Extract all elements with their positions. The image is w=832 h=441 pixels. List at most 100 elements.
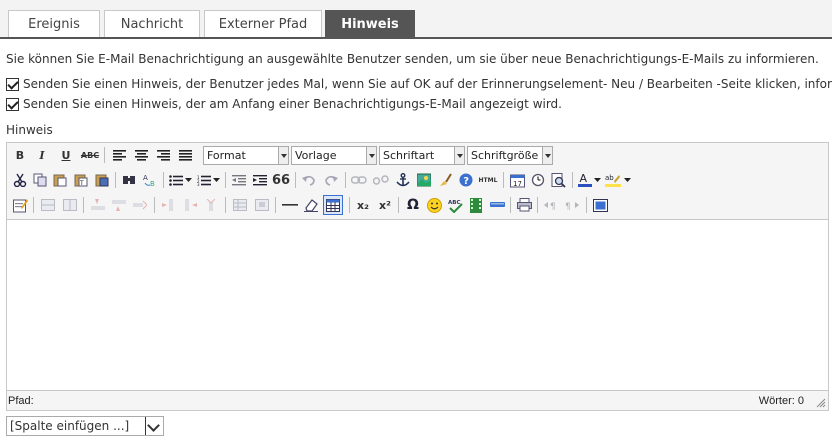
align-justify-icon[interactable] (176, 146, 194, 164)
unlink-icon[interactable] (372, 171, 390, 189)
cell-properties-icon[interactable] (253, 196, 271, 214)
send-in-email-checkbox[interactable] (6, 97, 19, 111)
word-count: Wörter: 0 (758, 395, 804, 407)
preview-icon[interactable] (549, 171, 567, 189)
highlight-color-dropdown-icon[interactable] (622, 171, 632, 189)
numbered-list-dropdown-icon[interactable] (211, 171, 221, 189)
toolbar-separator (154, 197, 155, 213)
html-source-button[interactable]: HTML (477, 171, 499, 189)
insert-row-below-icon[interactable] (110, 196, 128, 214)
table-merge-icon[interactable] (39, 196, 57, 214)
paste-icon[interactable] (51, 171, 69, 189)
insert-column-select[interactable]: [Spalte einfügen ...] (6, 416, 164, 436)
toolbar-row-1: B I U ABC Format Vorlage Schriftart Schr… (11, 144, 826, 166)
text-color-dropdown-icon[interactable] (592, 171, 602, 189)
send-on-ok-label: Senden Sie einen Hinweis, der Benutzer j… (23, 77, 832, 91)
copy-icon[interactable] (31, 171, 49, 189)
paste-text-icon[interactable]: T (72, 171, 90, 189)
schriftgroesse-dropdown[interactable]: Schriftgröße (467, 146, 553, 165)
paste-word-icon[interactable] (93, 171, 111, 189)
delete-row-icon[interactable] (131, 196, 149, 214)
anchor-icon[interactable] (394, 171, 412, 189)
svg-text:B: B (150, 180, 155, 187)
checkbox-row-send-in-email: Senden Sie einen Hinweis, der am Anfang … (6, 96, 562, 112)
schriftart-dropdown[interactable]: Schriftart (379, 146, 465, 165)
spellcheck-icon[interactable]: ABC (446, 196, 464, 214)
toolbar-separator (163, 172, 164, 188)
undo-icon[interactable] (300, 171, 318, 189)
editor-status-bar: Pfad: Wörter: 0 (7, 391, 828, 410)
special-character-button[interactable]: Ω (404, 196, 422, 214)
toolbar-separator (503, 172, 504, 188)
toolbar-separator (83, 197, 84, 213)
toolbar-separator (115, 172, 116, 188)
svg-text:A: A (580, 172, 588, 185)
chevron-down-icon (145, 417, 163, 435)
toolbar-separator (345, 172, 346, 188)
insert-column-left-icon[interactable] (160, 196, 178, 214)
edit-form-icon[interactable] (11, 196, 29, 214)
align-left-icon[interactable] (110, 146, 128, 164)
highlight-color-icon[interactable]: ab (604, 171, 622, 189)
replace-icon[interactable]: AB (141, 171, 159, 189)
insert-column-right-icon[interactable] (181, 196, 199, 214)
superscript-button[interactable]: x² (376, 196, 394, 214)
delete-column-icon[interactable] (202, 196, 220, 214)
eraser-icon[interactable] (302, 196, 320, 214)
insert-date-icon[interactable]: 17 (508, 171, 526, 189)
toolbar-separator (295, 172, 296, 188)
insert-table-icon[interactable] (323, 195, 343, 215)
description-text: Sie können Sie E-Mail Benachrichtigung a… (6, 52, 819, 66)
vorlage-dropdown-label: Vorlage (295, 149, 337, 162)
send-on-ok-checkbox[interactable] (6, 77, 19, 91)
underline-button[interactable]: U (57, 146, 75, 164)
tab-bar: Ereignis Nachricht Externer Pfad Hinweis (0, 0, 832, 39)
table-split-icon[interactable] (61, 196, 79, 214)
strikethrough-button[interactable]: ABC (81, 146, 99, 164)
tab-externer-pfad[interactable]: Externer Pfad (204, 10, 322, 38)
find-icon[interactable] (120, 171, 138, 189)
link-icon[interactable] (350, 171, 368, 189)
tab-bar-underline (0, 37, 832, 39)
ltr-direction-icon[interactable]: ¶ (542, 196, 560, 214)
outdent-icon[interactable] (230, 171, 248, 189)
insert-time-icon[interactable] (529, 171, 547, 189)
tab-nachricht[interactable]: Nachricht (104, 10, 200, 38)
cut-icon[interactable] (11, 171, 29, 189)
blockquote-button[interactable]: 66 (272, 171, 290, 189)
rich-text-editor: B I U ABC Format Vorlage Schriftart Schr… (6, 142, 829, 411)
format-dropdown-label: Format (207, 149, 246, 162)
horizontal-rule-icon[interactable] (281, 196, 299, 214)
hinweis-field-label: Hinweis (6, 123, 53, 137)
table-properties-icon[interactable] (231, 196, 249, 214)
help-icon[interactable]: ? (457, 171, 475, 189)
bullet-list-dropdown-icon[interactable] (183, 171, 193, 189)
fullscreen-icon[interactable] (591, 196, 609, 214)
format-dropdown[interactable]: Format (203, 146, 289, 165)
clean-formatting-icon[interactable] (436, 171, 454, 189)
toolbar-separator (586, 197, 587, 213)
indent-icon[interactable] (251, 171, 269, 189)
redo-icon[interactable] (322, 171, 340, 189)
subscript-button[interactable]: x₂ (354, 196, 372, 214)
align-center-icon[interactable] (132, 146, 150, 164)
insert-row-above-icon[interactable] (89, 196, 107, 214)
insert-flash-icon[interactable] (488, 196, 506, 214)
editor-content-area[interactable] (7, 219, 828, 391)
svg-text:¶: ¶ (550, 202, 556, 211)
rtl-direction-icon[interactable]: ¶ (563, 196, 581, 214)
smiley-icon[interactable] (425, 196, 443, 214)
toolbar-row-3: x₂ x² Ω ABC ¶ ¶ (11, 194, 826, 216)
print-icon[interactable] (515, 196, 533, 214)
image-icon[interactable] (415, 171, 433, 189)
tab-hinweis[interactable]: Hinweis (325, 10, 415, 38)
toolbar-separator (275, 197, 276, 213)
align-right-icon[interactable] (154, 146, 172, 164)
vorlage-dropdown[interactable]: Vorlage (291, 146, 377, 165)
resize-grip-icon[interactable] (816, 398, 826, 408)
insert-media-icon[interactable] (467, 196, 485, 214)
tab-ereignis[interactable]: Ereignis (8, 10, 100, 38)
bold-button[interactable]: B (11, 146, 29, 164)
chevron-down-icon (278, 147, 288, 164)
italic-button[interactable]: I (33, 146, 51, 164)
